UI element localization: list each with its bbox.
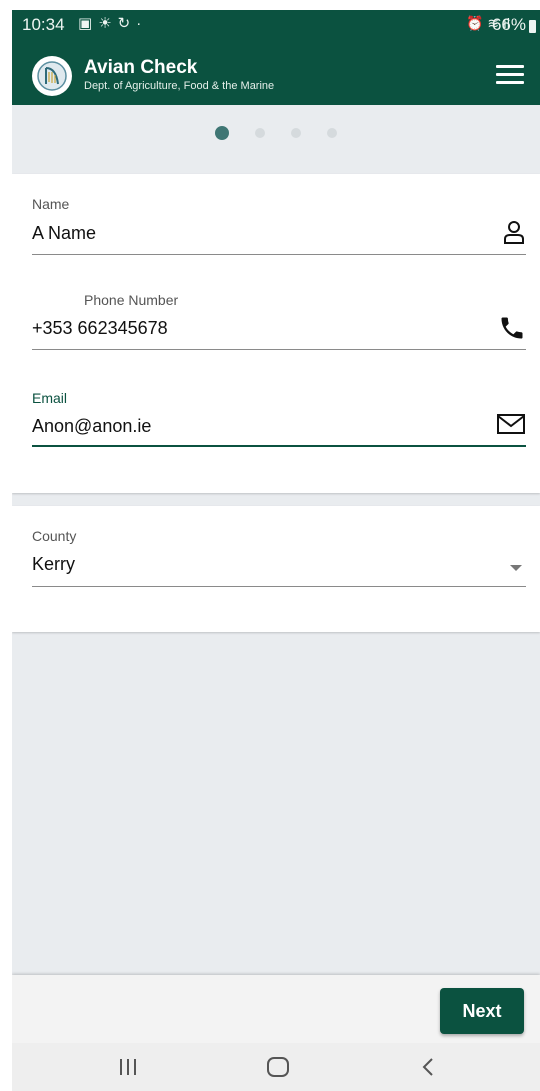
email-field[interactable]: Email Anon@anon.ie — [32, 390, 526, 450]
bottom-action-bar: Next — [12, 975, 540, 1043]
mail-icon — [496, 412, 526, 441]
county-card: County Kerry — [12, 506, 540, 632]
email-value[interactable]: Anon@anon.ie — [32, 416, 151, 437]
step-dot-active — [215, 126, 229, 140]
county-label: County — [32, 528, 77, 544]
phone-icon — [498, 314, 526, 347]
dropdown-arrow-icon[interactable] — [510, 565, 522, 571]
status-bar: 10:34 ▣☀↻· ⏰ ≋ ıl 66% — [12, 10, 540, 40]
battery-level: 66% — [491, 15, 526, 34]
county-select[interactable]: County Kerry — [32, 528, 526, 588]
name-field[interactable]: Name A Name — [32, 196, 526, 256]
name-value[interactable]: A Name — [32, 223, 96, 244]
recent-apps-icon[interactable] — [108, 1053, 148, 1081]
battery-icon — [529, 20, 536, 33]
phone-value[interactable]: +353 662345678 — [32, 318, 168, 339]
weather-icon: ☀ — [98, 15, 118, 32]
county-underline — [32, 586, 526, 587]
phone-field[interactable]: Phone Number +353 662345678 — [32, 292, 526, 352]
phone-screen: 10:34 ▣☀↻· ⏰ ≋ ıl 66% Avian Check Dept. … — [12, 10, 540, 1091]
email-label: Email — [32, 390, 68, 406]
harp-icon — [32, 56, 72, 96]
step-dot — [291, 128, 301, 138]
phone-label: Phone Number — [84, 292, 179, 308]
phone-underline — [32, 349, 526, 350]
email-underline — [32, 445, 526, 447]
step-indicator — [12, 126, 540, 140]
back-icon[interactable] — [408, 1053, 448, 1081]
app-title: Avian Check — [84, 57, 198, 78]
sync-icon: ↻ — [117, 15, 137, 32]
status-time: 10:34 — [22, 15, 65, 34]
contact-details-card: Name A Name Phone Number +353 662345678 … — [12, 174, 540, 493]
person-icon — [502, 219, 526, 250]
image-icon: ▣ — [78, 15, 99, 32]
hamburger-menu-icon[interactable] — [496, 65, 524, 87]
name-label: Name — [32, 196, 70, 212]
system-nav-bar — [12, 1043, 540, 1091]
step-dot — [327, 128, 337, 138]
alarm-icon: ⏰ — [466, 15, 484, 31]
next-button[interactable]: Next — [440, 988, 524, 1034]
app-header: 10:34 ▣☀↻· ⏰ ≋ ıl 66% Avian Check Dept. … — [12, 10, 540, 105]
name-underline — [32, 254, 526, 255]
county-value[interactable]: Kerry — [32, 554, 75, 575]
app-subtitle: Dept. of Agriculture, Food & the Marine — [84, 80, 275, 92]
step-dot — [255, 128, 265, 138]
more-dot-icon: · — [136, 15, 148, 32]
notification-icons: ▣☀↻· — [78, 14, 147, 32]
home-icon[interactable] — [258, 1053, 298, 1081]
